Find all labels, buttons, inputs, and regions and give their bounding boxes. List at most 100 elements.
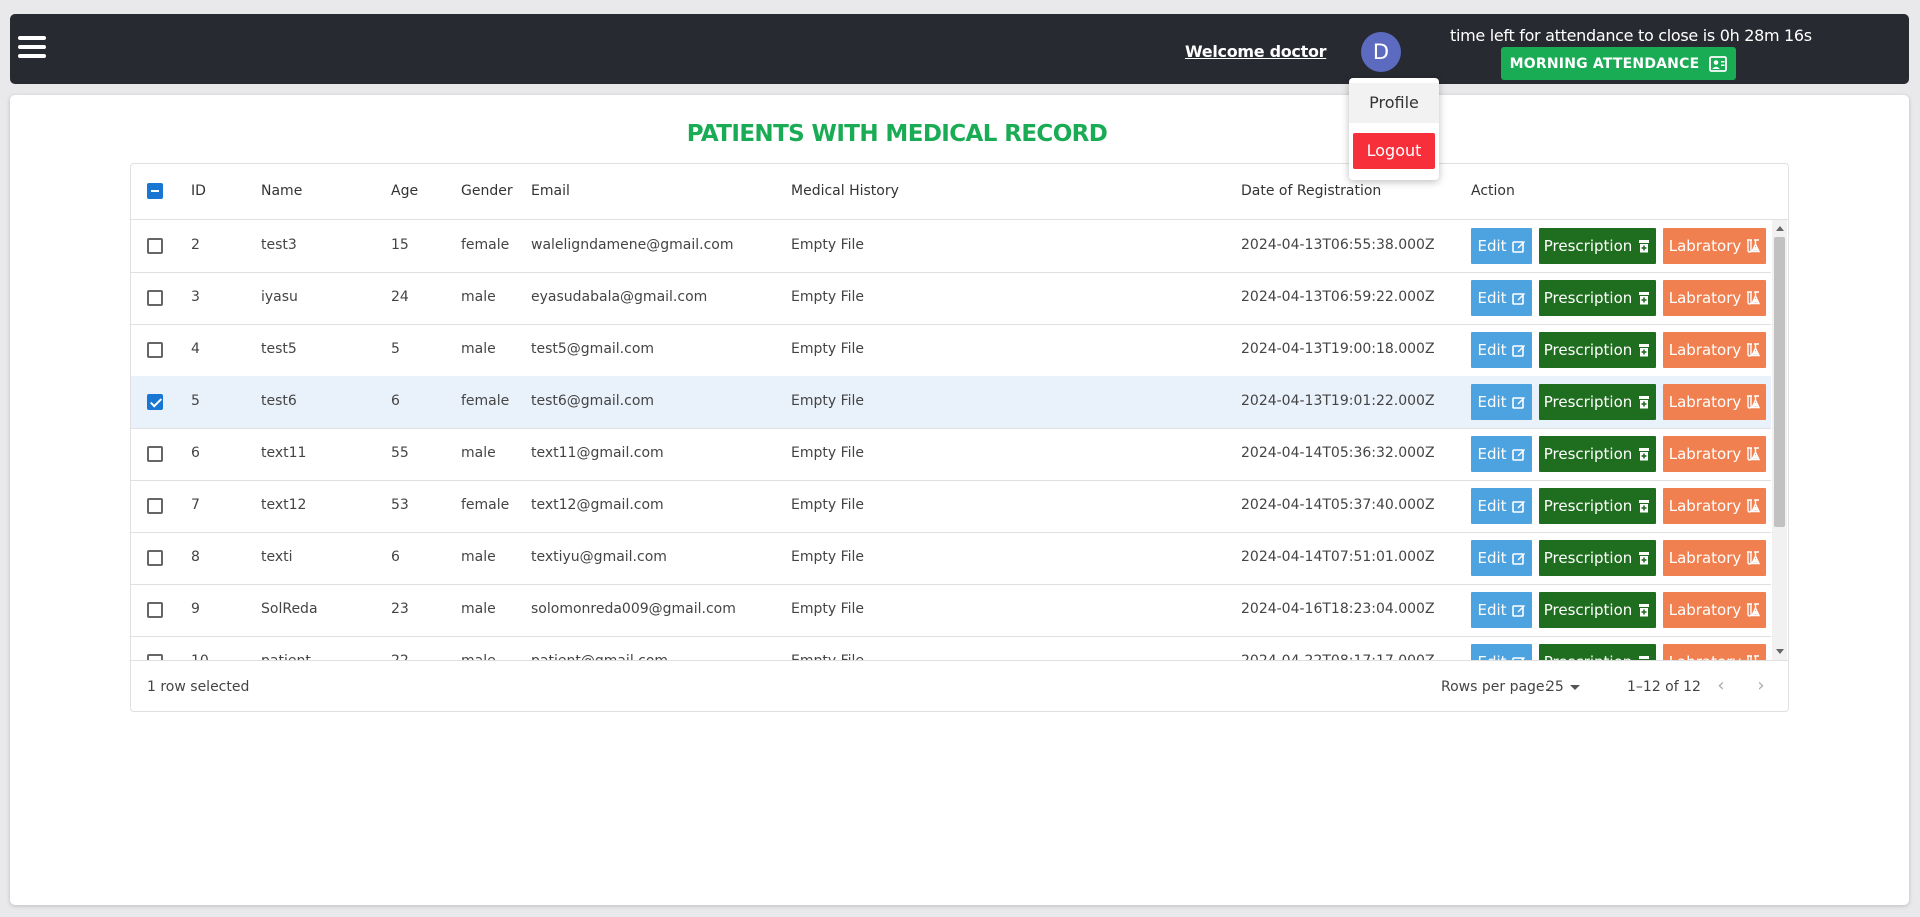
prescription-button-label: Prescription <box>1543 237 1633 255</box>
column-header-email[interactable]: Email <box>531 183 570 199</box>
cell-id: 2 <box>191 237 200 253</box>
prescription-button[interactable]: Prescription <box>1539 436 1656 472</box>
prescription-button[interactable]: Prescription <box>1539 332 1656 368</box>
laboratory-button[interactable]: Labratory <box>1663 332 1766 368</box>
row-checkbox[interactable] <box>147 498 163 514</box>
table-row[interactable]: 8 texti 6 male textiyu@gmail.com Empty File 20… <box>131 532 1771 585</box>
select-all-checkbox[interactable] <box>147 183 163 199</box>
cell-history: Empty File <box>791 341 865 357</box>
next-page-icon[interactable]: › <box>1751 677 1771 697</box>
laboratory-button[interactable]: Labratory <box>1663 384 1766 420</box>
laboratory-button-label: Labratory <box>1669 653 1742 660</box>
hamburger-menu-icon[interactable] <box>18 36 46 60</box>
prescription-button[interactable]: Prescription <box>1539 228 1656 264</box>
vertical-scrollbar[interactable] <box>1772 220 1787 660</box>
laboratory-button[interactable]: Labratory <box>1663 488 1766 524</box>
flask-icon <box>1747 239 1761 253</box>
rows-per-page-value: 25 <box>1546 679 1564 695</box>
scroll-down-arrow-icon[interactable] <box>1776 649 1784 654</box>
user-avatar[interactable]: D <box>1361 32 1401 72</box>
table-row[interactable]: 7 text12 53 female text12@gmail.com Empty Fil… <box>131 480 1771 533</box>
prescription-button[interactable]: Prescription <box>1539 644 1656 660</box>
edit-button[interactable]: Edit <box>1471 488 1532 524</box>
grid-header-row: ID Name Age Gender Email Medical History… <box>131 164 1788 220</box>
laboratory-button[interactable]: Labratory <box>1663 540 1766 576</box>
laboratory-button[interactable]: Labratory <box>1663 644 1766 660</box>
cell-id: 7 <box>191 497 200 513</box>
profile-menu-item[interactable]: Profile <box>1349 83 1439 123</box>
cell-history: Empty File <box>791 601 865 617</box>
edit-button-label: Edit <box>1477 237 1507 255</box>
edit-button[interactable]: Edit <box>1471 332 1532 368</box>
column-header-age[interactable]: Age <box>391 183 418 199</box>
edit-button-label: Edit <box>1477 497 1507 515</box>
cell-age: 15 <box>391 237 409 253</box>
prescription-button[interactable]: Prescription <box>1539 280 1656 316</box>
row-checkbox[interactable] <box>147 238 163 254</box>
cell-name: SolReda <box>261 601 318 617</box>
laboratory-button[interactable]: Labratory <box>1663 436 1766 472</box>
row-checkbox[interactable] <box>147 394 163 410</box>
laboratory-button[interactable]: Labratory <box>1663 228 1766 264</box>
laboratory-button-label: Labratory <box>1668 601 1742 619</box>
edit-icon <box>1511 345 1525 357</box>
table-row[interactable]: 2 test3 15 female walelignd​amene@gmail.com E… <box>131 220 1771 273</box>
column-header-date-of-registration[interactable]: Date of Registration <box>1241 183 1381 199</box>
prescription-button[interactable]: Prescription <box>1539 384 1656 420</box>
table-row[interactable]: 4 test5 5 male test5@gmail.com Empty File 2024… <box>131 324 1771 377</box>
laboratory-button[interactable]: Labratory <box>1663 280 1766 316</box>
morning-attendance-button[interactable]: MORNING ATTENDANCE <box>1501 47 1736 80</box>
cell-id: 10 <box>191 653 209 660</box>
grid-body[interactable]: 2 test3 15 female walelignd​amene@gmail.com E… <box>131 220 1771 660</box>
row-checkbox[interactable] <box>147 446 163 462</box>
flask-icon <box>1747 499 1761 513</box>
column-header-id[interactable]: ID <box>191 183 206 199</box>
cell-registered: 2024-04-13T19:00:18.000Z <box>1241 341 1435 357</box>
row-checkbox[interactable] <box>147 290 163 306</box>
edit-button[interactable]: Edit <box>1471 384 1532 420</box>
prescription-bottle-icon <box>1639 344 1650 357</box>
edit-button[interactable]: Edit <box>1471 592 1532 628</box>
table-row[interactable]: 9 SolReda 23 male solomonreda009@gmail.com Em… <box>131 584 1771 637</box>
edit-icon <box>1511 501 1525 513</box>
row-checkbox[interactable] <box>147 602 163 618</box>
column-header-gender[interactable]: Gender <box>461 183 513 199</box>
cell-gender: female <box>461 393 510 409</box>
cell-email: walelignd​amene@gmail.com <box>531 237 734 253</box>
edit-button[interactable]: Edit <box>1471 540 1532 576</box>
cell-email: text12@gmail.com <box>531 497 664 513</box>
column-header-name[interactable]: Name <box>261 183 302 199</box>
scroll-thumb[interactable] <box>1774 237 1785 527</box>
attendance-button-label: MORNING ATTENDANCE <box>1509 55 1700 72</box>
logout-button[interactable]: Logout <box>1353 133 1435 169</box>
prescription-button[interactable]: Prescription <box>1539 592 1656 628</box>
prescription-button-label: Prescription <box>1543 289 1633 307</box>
edit-button[interactable]: Edit <box>1471 644 1532 660</box>
laboratory-button[interactable]: Labratory <box>1663 592 1766 628</box>
table-row[interactable]: 5 test6 6 female test6@gmail.com Empty File 20… <box>131 376 1771 429</box>
prescription-button[interactable]: Prescription <box>1539 540 1656 576</box>
prescription-bottle-icon <box>1639 396 1650 409</box>
cell-age: 23 <box>391 601 409 617</box>
column-header-medical-history[interactable]: Medical History <box>791 183 899 199</box>
row-checkbox[interactable] <box>147 342 163 358</box>
welcome-link[interactable]: Welcome doctor <box>1185 42 1327 61</box>
cell-id: 9 <box>191 601 200 617</box>
laboratory-button-label: Labratory <box>1668 445 1742 463</box>
row-checkbox[interactable] <box>147 550 163 566</box>
scroll-up-arrow-icon[interactable] <box>1776 226 1784 231</box>
previous-page-icon[interactable]: ‹ <box>1711 677 1731 697</box>
rows-per-page-select[interactable]: 25 <box>1546 679 1580 695</box>
table-row[interactable]: 10 patient 22 male patient@gmail.com Empty Fi… <box>131 636 1771 660</box>
prescription-button[interactable]: Prescription <box>1539 488 1656 524</box>
cell-age: 22 <box>391 653 409 660</box>
table-row[interactable]: 6 text11 55 male text11@gmail.com Empty File 2… <box>131 428 1771 481</box>
table-row[interactable]: 3 iyasu 24 male eyasudabala@gmail.com Empty F… <box>131 272 1771 325</box>
edit-button[interactable]: Edit <box>1471 436 1532 472</box>
edit-button[interactable]: Edit <box>1471 280 1532 316</box>
edit-button[interactable]: Edit <box>1471 228 1532 264</box>
cell-id: 4 <box>191 341 200 357</box>
edit-button-label: Edit <box>1477 289 1507 307</box>
cell-email: text11@gmail.com <box>531 445 664 461</box>
cell-name: test3 <box>261 237 297 253</box>
